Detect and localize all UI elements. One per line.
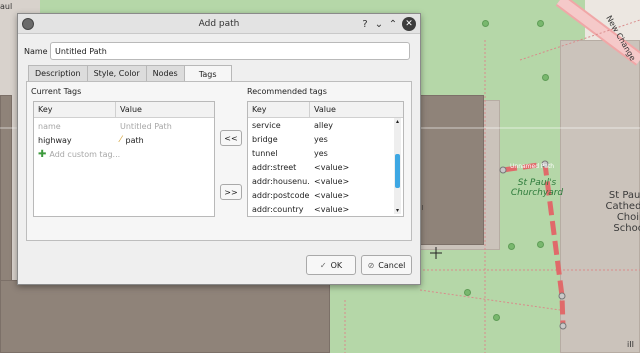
table-row[interactable]: addr:housenu... <value> — [248, 174, 403, 188]
tag-key: bridge — [252, 134, 278, 144]
cancel-icon: ⊘ — [367, 260, 375, 270]
recommended-rows: service alley bridge yes tunnel yes addr:stree… — [248, 118, 403, 216]
close-button[interactable]: ✕ — [402, 17, 416, 31]
scroll-down-icon[interactable]: ▾ — [394, 207, 401, 214]
tag-value: <value> — [314, 204, 350, 214]
dialog-title: Add path — [198, 18, 240, 29]
maximize-button[interactable]: ⌃ — [386, 17, 400, 31]
tag-value: Untitled Path — [120, 121, 172, 131]
tab-tags[interactable]: Tags — [183, 65, 232, 82]
tag-value: <value> — [314, 190, 350, 200]
table-row[interactable]: addr:postcode <value> — [248, 188, 403, 202]
tag-key: service — [252, 120, 281, 130]
app-icon — [22, 18, 34, 30]
add-tag-button[interactable]: >> — [220, 184, 242, 200]
table-row[interactable]: highway ⁄ path — [34, 133, 214, 147]
tag-value: <value> — [314, 176, 350, 186]
column-value[interactable]: Value — [116, 102, 214, 117]
name-label: Name — [24, 46, 48, 56]
crosshair-icon — [430, 247, 442, 259]
tag-value-cell: ⁄ path — [116, 135, 214, 145]
table-header: Key Value — [34, 102, 214, 118]
tag-value: alley — [314, 120, 334, 130]
tag-key: addr:country — [252, 204, 304, 214]
scroll-thumb[interactable] — [395, 154, 400, 188]
tab-style-color[interactable]: Style, Color — [86, 65, 147, 81]
path-label: Unnamed Path — [510, 163, 555, 170]
tree-icon — [537, 241, 544, 248]
tree-icon — [542, 74, 549, 81]
recommended-tags-title: Recommended tags — [247, 87, 327, 96]
table-row[interactable]: name Untitled Path — [34, 119, 214, 133]
tree-icon — [537, 20, 544, 27]
tab-bar: Description Style, Color Nodes Tags — [28, 65, 232, 82]
tab-description[interactable]: Description — [28, 65, 88, 81]
ok-button[interactable]: ✓ OK — [306, 255, 356, 275]
minimize-button[interactable]: ⌄ — [372, 17, 386, 31]
recommended-tags-table[interactable]: Key Value service alley bridge yes tunnel yes… — [247, 101, 404, 217]
tab-nodes[interactable]: Nodes — [145, 65, 185, 81]
tag-key: addr:housenu... — [252, 176, 310, 186]
attribution-icon: iII — [627, 340, 634, 349]
column-key[interactable]: Key — [34, 102, 116, 117]
cancel-button[interactable]: ⊘ Cancel — [361, 255, 412, 275]
tag-key: name — [38, 121, 61, 131]
tags-panel: Current Tags Recommended tags Key Value … — [26, 81, 412, 241]
tag-value: path — [125, 135, 144, 145]
ok-label: OK — [330, 260, 343, 270]
table-row[interactable]: tunnel yes — [248, 146, 403, 160]
cancel-label: Cancel — [378, 260, 406, 270]
table-row[interactable]: service alley — [248, 118, 403, 132]
table-row[interactable]: addr:country <value> — [248, 202, 403, 216]
tag-key: highway — [38, 135, 72, 145]
tree-icon — [508, 243, 515, 250]
column-key[interactable]: Key — [248, 102, 310, 117]
tag-value: yes — [314, 134, 328, 144]
tag-key: addr:street — [252, 162, 297, 172]
tree-icon — [493, 314, 500, 321]
add-custom-tag-cell: ✚ Add custom tag... — [34, 149, 124, 160]
add-custom-tag-row[interactable]: ✚ Add custom tag... — [34, 147, 214, 161]
plus-icon: ✚ — [38, 148, 47, 160]
choir-school-label: St Paul's Cathedral Choir School — [605, 190, 640, 234]
help-button[interactable]: ? — [358, 17, 372, 31]
dialog-titlebar[interactable]: Add path ? ⌄ ⌃ ✕ — [18, 14, 420, 34]
current-tags-title: Current Tags — [31, 87, 82, 96]
tag-value: <value> — [314, 162, 350, 172]
tree-icon — [464, 289, 471, 296]
current-tags-table: Key Value name Untitled Path highway ⁄ p… — [33, 101, 215, 217]
scroll-up-icon[interactable]: ▴ — [394, 118, 401, 125]
scrollbar[interactable]: ▴ ▾ — [394, 118, 401, 214]
column-value[interactable]: Value — [310, 102, 396, 117]
table-row[interactable]: bridge yes — [248, 132, 403, 146]
tag-value: yes — [314, 148, 328, 158]
street-label-left: aul — [0, 2, 13, 11]
name-row: Name — [24, 42, 410, 60]
add-path-dialog: Add path ? ⌄ ⌃ ✕ Name Description Style,… — [17, 13, 421, 285]
table-header: Key Value — [248, 102, 403, 118]
tag-key: addr:postcode — [252, 190, 310, 200]
path-icon: ⁄ — [120, 135, 122, 145]
name-input[interactable] — [50, 42, 410, 60]
table-row[interactable]: addr:street <value> — [248, 160, 403, 174]
remove-tag-button[interactable]: << — [220, 130, 242, 146]
tree-icon — [482, 20, 489, 27]
add-custom-tag-label: Add custom tag... — [49, 149, 121, 159]
tag-key: tunnel — [252, 148, 278, 158]
check-icon: ✓ — [319, 260, 327, 270]
churchyard-label: St Paul's Churchyard — [510, 178, 564, 198]
